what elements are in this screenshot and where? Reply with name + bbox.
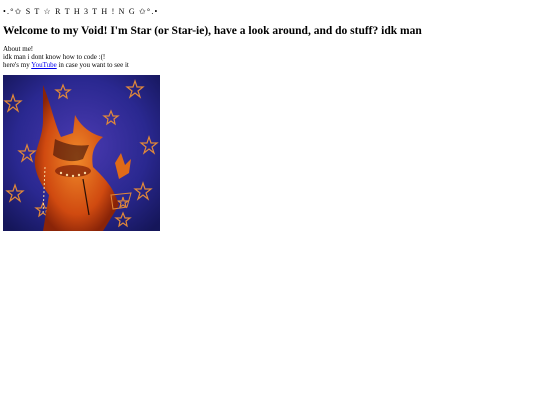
artwork-image — [3, 75, 160, 231]
youtube-link[interactable]: YouTube — [31, 61, 57, 69]
about-section: About me! idk man i dont know how to cod… — [3, 45, 129, 69]
about-line-youtube: here's my YouTube in case you want to se… — [3, 61, 129, 69]
about-title: About me! — [3, 45, 34, 53]
youtube-suffix: in case you want to see it — [56, 61, 129, 69]
site-title: •.°✩ S T ☆ R T H 3 T H ! N G ✩°.• — [3, 7, 159, 16]
page-heading: Welcome to my Void! I'm Star (or Star-ie… — [3, 25, 422, 37]
youtube-prefix: here's my — [3, 61, 32, 69]
about-line-coding: idk man i dont know how to code :(! — [3, 53, 106, 61]
